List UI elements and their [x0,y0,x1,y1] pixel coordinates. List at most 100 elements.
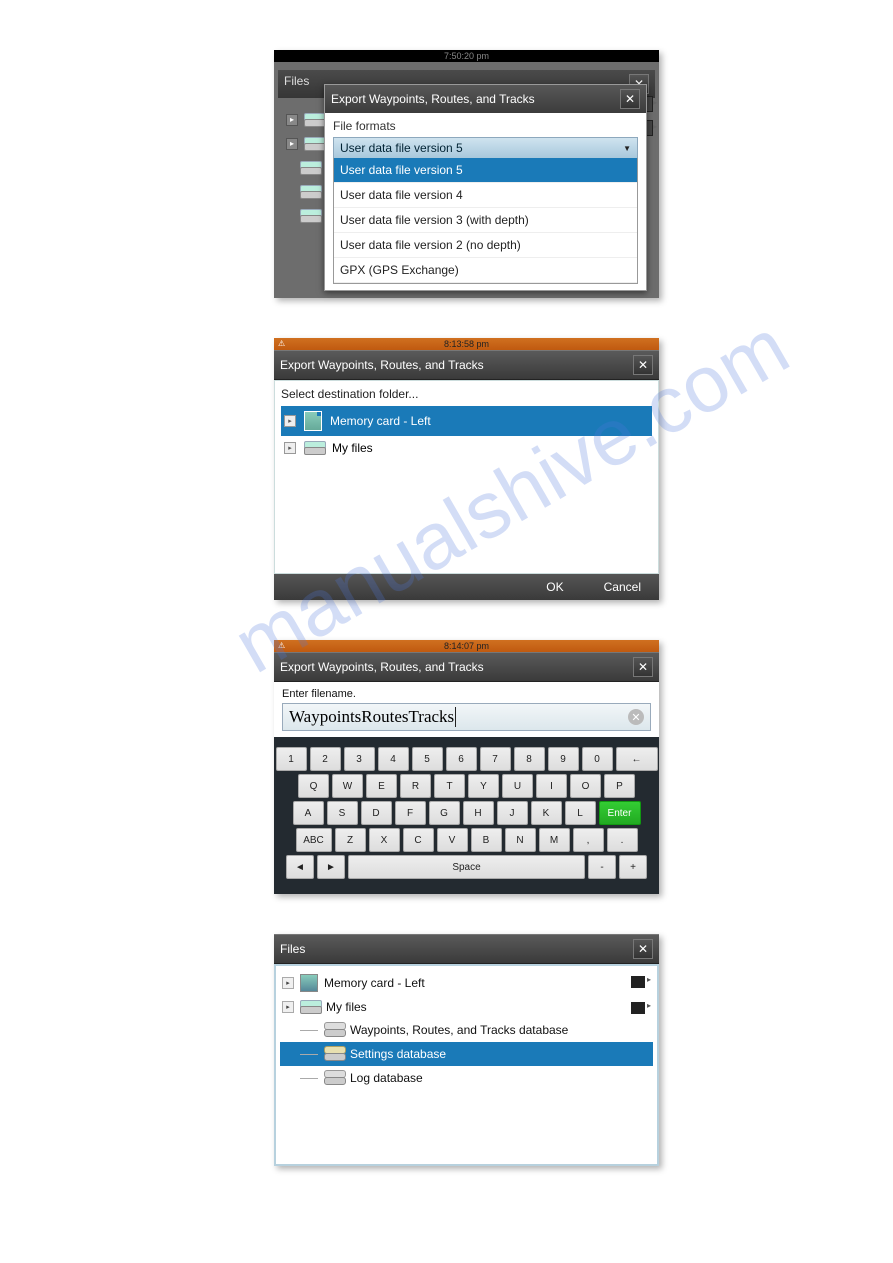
key-space[interactable]: Space [348,855,585,879]
key-0[interactable]: 0 [582,747,613,771]
key-6[interactable]: 6 [446,747,477,771]
titlebar: Export Waypoints, Routes, and Tracks ✕ [274,350,659,380]
close-icon[interactable]: ✕ [633,355,653,375]
close-icon[interactable]: ✕ [633,939,653,959]
file-row[interactable]: Waypoints, Routes, and Tracks database [280,1018,653,1042]
format-option[interactable]: User data file version 5 [334,158,637,183]
key-3[interactable]: 3 [344,747,375,771]
key-c[interactable]: C [403,828,434,852]
title: Files [280,942,305,956]
key-.[interactable]: . [607,828,638,852]
file-label: My files [326,1000,367,1014]
cancel-button[interactable]: Cancel [604,580,641,594]
panel-files-list: Files ✕ ▸ Memory card - Left ▸ My files Wayp… [274,934,659,1166]
key-►[interactable]: ► [317,855,345,879]
selected-value: User data file version 5 [340,141,463,155]
key-t[interactable]: T [434,774,465,798]
keyboard: 1234567890← QWERTYUIOP ASDFGHJKLEnter AB… [274,737,659,894]
key-i[interactable]: I [536,774,567,798]
key-←[interactable]: ← [616,747,658,771]
format-dropdown: User data file version 5 User data file … [333,158,638,284]
close-icon[interactable]: ✕ [620,89,640,109]
export-modal: Export Waypoints, Routes, and Tracks ✕ F… [324,84,647,291]
file-row[interactable]: ▸ Memory card - Left [280,970,653,996]
key-,[interactable]: , [573,828,604,852]
key-u[interactable]: U [502,774,533,798]
key-1[interactable]: 1 [276,747,307,771]
key-z[interactable]: Z [335,828,366,852]
format-option[interactable]: User data file version 3 (with depth) [334,208,637,233]
key-5[interactable]: 5 [412,747,443,771]
key-l[interactable]: L [565,801,596,825]
folder-label: My files [332,441,373,455]
key-s[interactable]: S [327,801,358,825]
clear-icon[interactable]: ✕ [628,709,644,725]
format-option[interactable]: User data file version 4 [334,183,637,208]
key-w[interactable]: W [332,774,363,798]
key-◄[interactable]: ◄ [286,855,314,879]
file-row[interactable]: Settings database [280,1042,653,1066]
expand-icon[interactable]: ▸ [282,1001,294,1013]
format-option[interactable]: User data file version 2 (no depth) [334,233,637,258]
key-+[interactable]: + [619,855,647,879]
file-label: Waypoints, Routes, and Tracks database [350,1023,568,1037]
tree-line [300,1030,318,1031]
key-r[interactable]: R [400,774,431,798]
key-enter[interactable]: Enter [599,801,641,825]
disk-icon [300,1000,320,1014]
key-7[interactable]: 7 [480,747,511,771]
key-f[interactable]: F [395,801,426,825]
filename-value: WaypointsRoutesTracks [289,707,456,727]
key-4[interactable]: 4 [378,747,409,771]
file-label: Memory card - Left [324,976,425,990]
file-row[interactable]: Log database [280,1066,653,1090]
folder-row[interactable]: ▸ My files [281,436,652,460]
key-v[interactable]: V [437,828,468,852]
key-2[interactable]: 2 [310,747,341,771]
action-icon[interactable] [631,976,645,988]
key-j[interactable]: J [497,801,528,825]
key-d[interactable]: D [361,801,392,825]
action-icon[interactable] [631,1002,645,1014]
key-n[interactable]: N [505,828,536,852]
statusbar: 8:14:07 pm [274,640,659,652]
expand-icon[interactable]: ▸ [284,415,296,427]
expand-icon[interactable]: ▸ [282,977,294,989]
file-row[interactable]: ▸ My files [280,996,653,1018]
file-label: Settings database [350,1047,446,1061]
format-option[interactable]: GPX (GPS Exchange) [334,258,637,283]
key--[interactable]: - [588,855,616,879]
key-b[interactable]: B [471,828,502,852]
key-9[interactable]: 9 [548,747,579,771]
format-select[interactable]: User data file version 5 ▼ [333,137,638,159]
key-h[interactable]: H [463,801,494,825]
key-abc[interactable]: ABC [296,828,332,852]
folder-row[interactable]: ▸ Memory card - Left [281,406,652,436]
key-q[interactable]: Q [298,774,329,798]
key-k[interactable]: K [531,801,562,825]
key-a[interactable]: A [293,801,324,825]
database-icon [324,1070,344,1086]
statusbar: 7:50:20 pm [274,50,659,62]
filename-input[interactable]: WaypointsRoutesTracks ✕ [282,703,651,731]
ok-button[interactable]: OK [546,580,563,594]
key-8[interactable]: 8 [514,747,545,771]
key-e[interactable]: E [366,774,397,798]
button-bar: OK Cancel [274,574,659,600]
tree-line [300,1078,318,1079]
key-m[interactable]: M [539,828,570,852]
close-icon[interactable]: ✕ [633,657,653,677]
key-p[interactable]: P [604,774,635,798]
key-x[interactable]: X [369,828,400,852]
key-o[interactable]: O [570,774,601,798]
disk-icon [304,441,324,455]
formats-label: File formats [333,119,638,133]
expand-icon[interactable]: ▸ [284,442,296,454]
key-y[interactable]: Y [468,774,499,798]
statusbar: 8:13:58 pm [274,338,659,350]
chevron-down-icon: ▼ [623,144,631,153]
modal-titlebar: Export Waypoints, Routes, and Tracks ✕ [325,85,646,113]
database-icon [324,1022,344,1038]
tree-line [300,1054,318,1055]
key-g[interactable]: G [429,801,460,825]
